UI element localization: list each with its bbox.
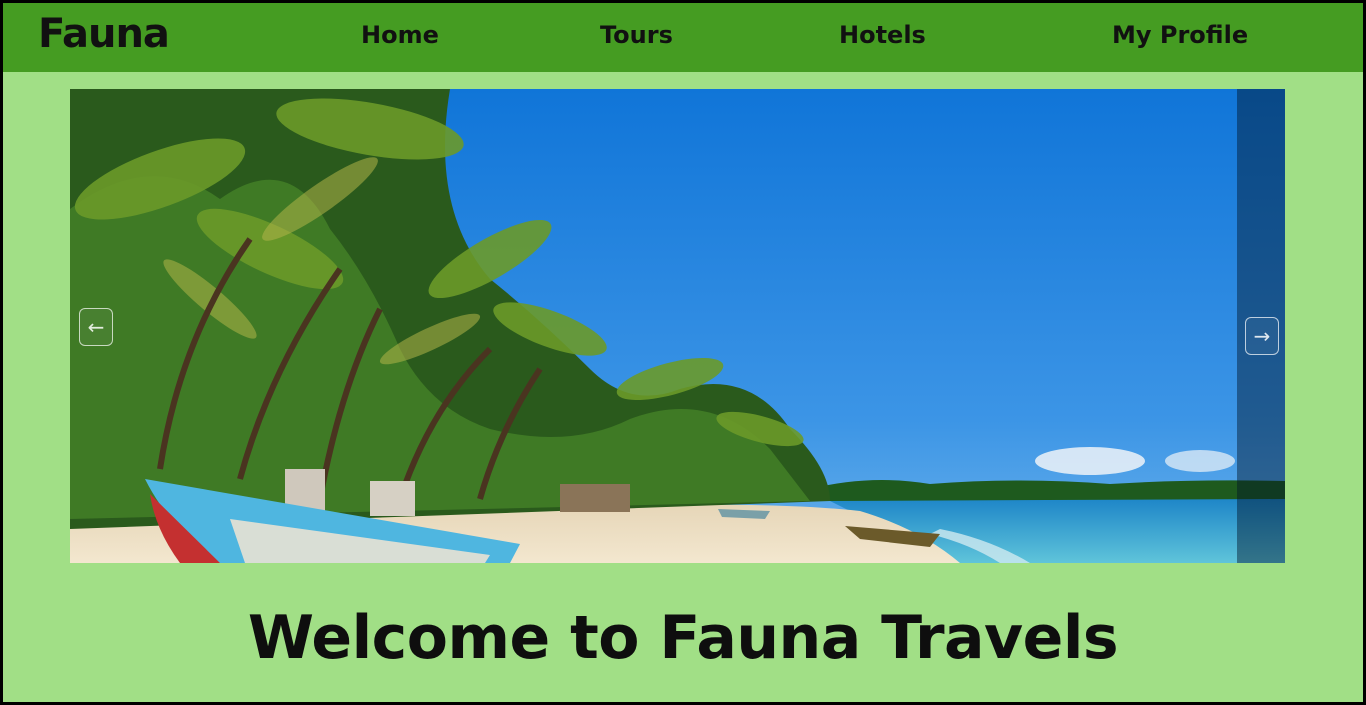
arrow-left-icon: ←: [87, 315, 105, 339]
carousel-prev-button[interactable]: ←: [79, 308, 113, 346]
carousel-next-button[interactable]: →: [1245, 317, 1279, 355]
nav-tours[interactable]: Tours: [600, 21, 673, 49]
welcome-heading: Welcome to Fauna Travels: [247, 603, 1119, 673]
brand-logo[interactable]: Fauna: [38, 11, 170, 57]
arrow-right-icon: →: [1253, 324, 1271, 348]
hero-carousel: ← →: [70, 89, 1285, 563]
nav-home[interactable]: Home: [361, 21, 439, 49]
beach-slide-image: [70, 89, 1285, 563]
nav-hotels[interactable]: Hotels: [839, 21, 926, 49]
nav-my-profile[interactable]: My Profile: [1112, 21, 1248, 49]
navbar: Fauna Home Tours Hotels My Profile: [3, 3, 1363, 72]
page-frame: Fauna Home Tours Hotels My Profile ← → W…: [3, 3, 1363, 702]
